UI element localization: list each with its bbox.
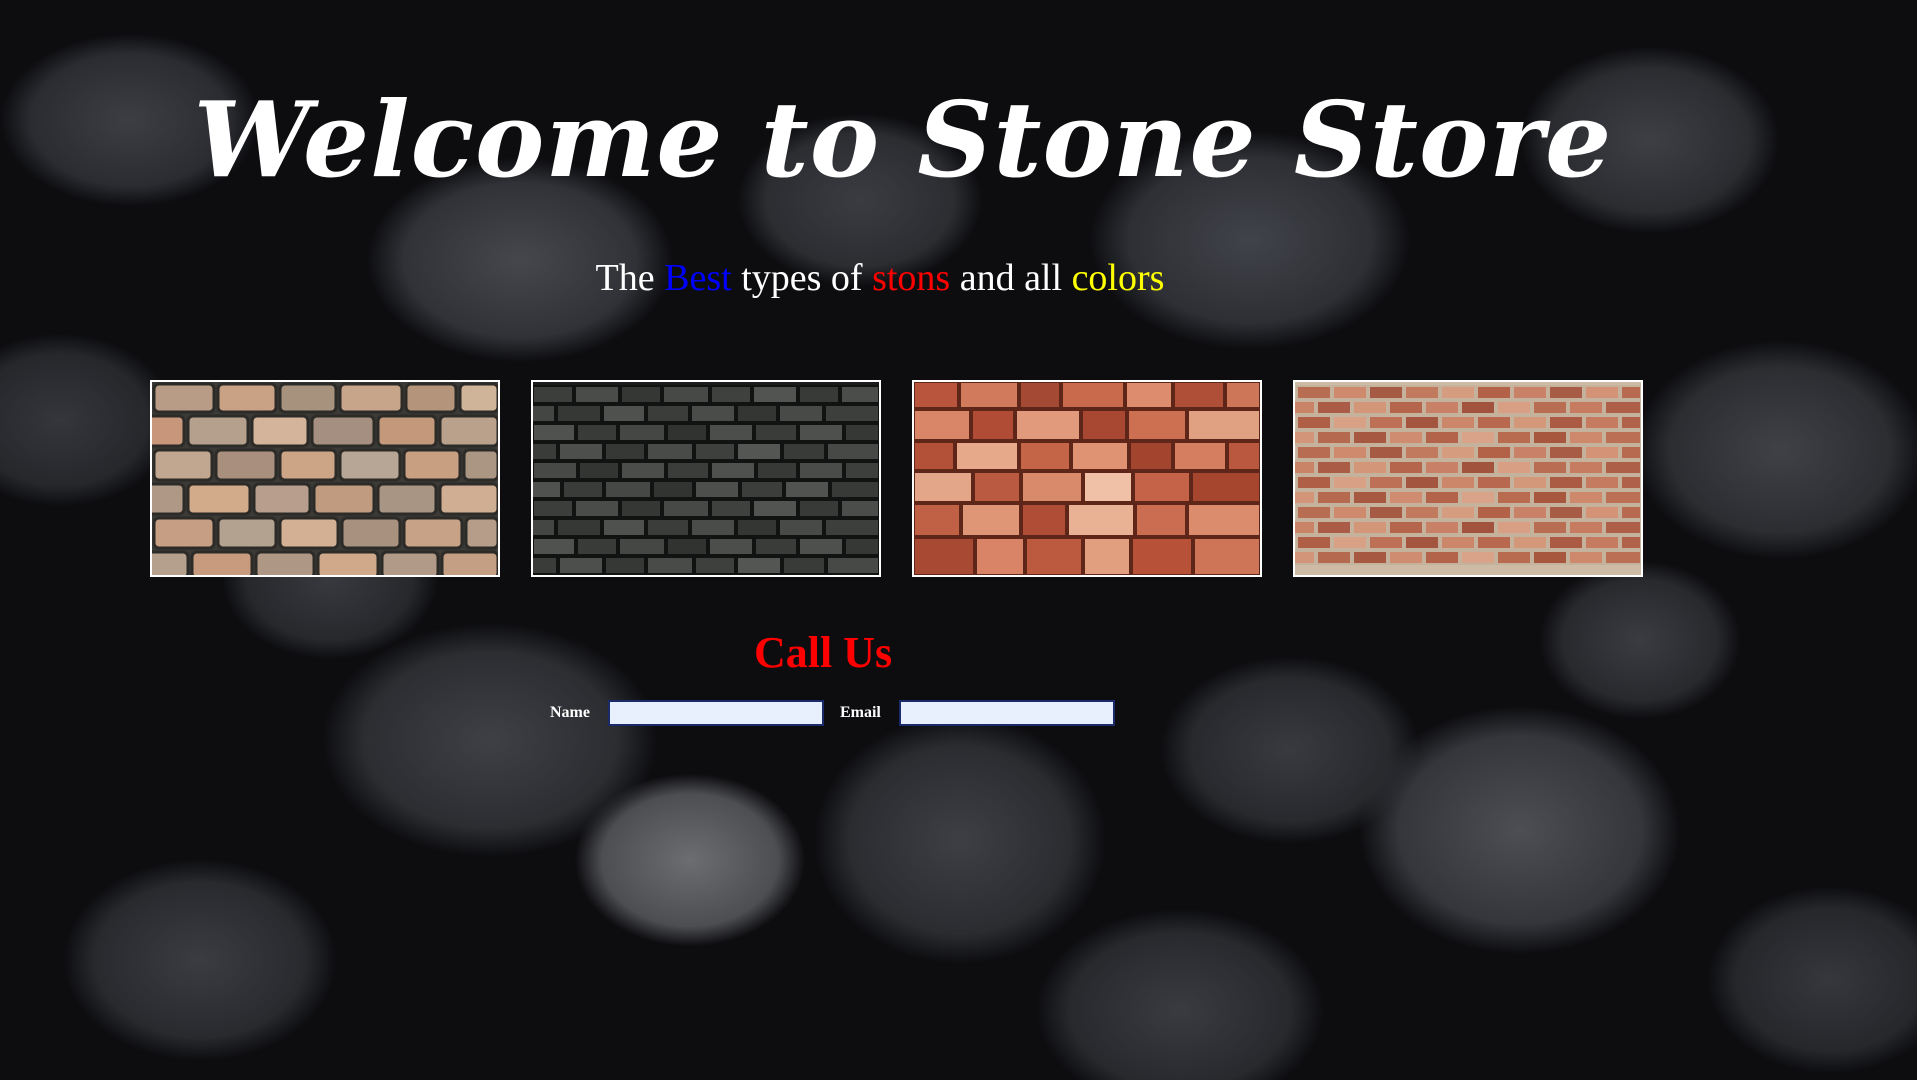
- tagline-part1: The: [595, 257, 665, 299]
- call-us-heading: Call Us: [753, 628, 893, 677]
- red-brick-wall-image: [1293, 380, 1643, 577]
- beige-brick-wall-image: [150, 380, 500, 577]
- dark-gray-brick-wall-image: [531, 380, 881, 577]
- stone-gallery: [150, 380, 1643, 577]
- name-label: Name: [550, 704, 590, 721]
- red-stone-wall-image: [912, 380, 1262, 577]
- tagline-colors: colors: [1071, 257, 1165, 299]
- tagline: The Best types of stons and all colors: [0, 256, 1760, 300]
- tagline-part3: and all: [950, 257, 1072, 299]
- email-label: Email: [839, 704, 881, 721]
- email-input[interactable]: [898, 700, 1115, 726]
- page-background: Welcome to Stone Store The Best types of…: [0, 0, 1917, 1080]
- tagline-stons: stons: [872, 257, 951, 299]
- contact-form: Name Email: [550, 700, 1115, 726]
- page-title: Welcome to Stone Store: [193, 78, 1613, 201]
- tagline-best: Best: [664, 257, 732, 299]
- tagline-part2: types of: [731, 257, 873, 299]
- name-input[interactable]: [607, 700, 824, 726]
